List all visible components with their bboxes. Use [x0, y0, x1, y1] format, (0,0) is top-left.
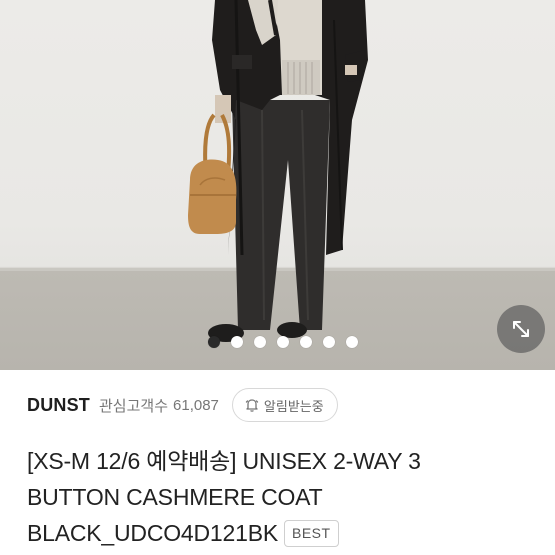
product-image[interactable] [0, 0, 555, 370]
carousel-dot[interactable] [323, 336, 335, 348]
product-title-line: [XS-M 12/6 예약배송] UNISEX 2-WAY 3 [27, 448, 421, 474]
fans-count: 61,087 [173, 396, 219, 414]
carousel-dot[interactable] [346, 336, 358, 348]
product-photo-illustration [188, 0, 368, 342]
product-title: [XS-M 12/6 예약배송] UNISEX 2-WAY 3 BUTTON C… [27, 443, 547, 551]
carousel-indicator [208, 336, 358, 348]
carousel-dot[interactable] [208, 336, 220, 348]
carousel-dot[interactable] [231, 336, 243, 348]
product-title-line-with-badge: BLACK_UDCO4D121BK BEST [27, 515, 547, 551]
best-badge: BEST [284, 520, 339, 547]
notification-toggle-button[interactable]: 알림받는중 [231, 388, 338, 422]
notification-label: 알림받는중 [263, 399, 324, 415]
product-title-line: BUTTON CASHMERE COAT [27, 484, 323, 510]
bell-icon [245, 399, 259, 412]
brand-row: DUNST 관심고객수 61,087 알림받는중 [27, 387, 338, 423]
fans-label: 관심고객수 [99, 396, 169, 415]
carousel-dot[interactable] [254, 336, 266, 348]
carousel-dot[interactable] [277, 336, 289, 348]
brand-name[interactable]: DUNST [27, 395, 90, 416]
expand-arrows-icon [513, 321, 529, 337]
expand-image-button[interactable] [497, 305, 545, 353]
carousel-dot[interactable] [300, 336, 312, 348]
product-title-line: BLACK_UDCO4D121BK [27, 520, 278, 546]
